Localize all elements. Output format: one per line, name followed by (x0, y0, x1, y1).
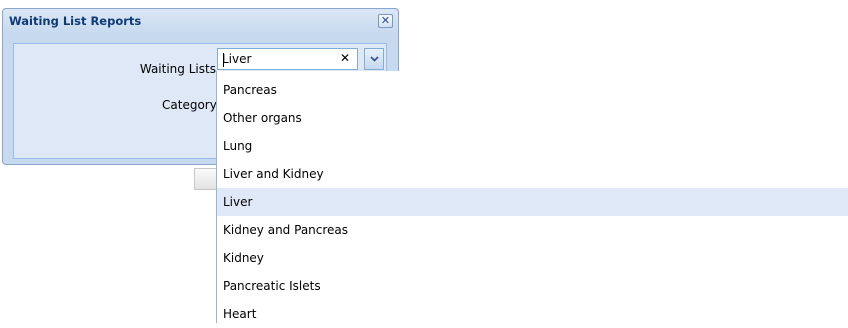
list-item[interactable]: Heart (217, 300, 848, 328)
list-item[interactable]: Other organs (217, 104, 848, 132)
close-button[interactable]: ✕ (378, 14, 393, 28)
dialog-title: Waiting List Reports (9, 14, 142, 28)
dialog-header[interactable]: Waiting List Reports ✕ (3, 9, 398, 33)
chevron-down-icon (370, 56, 379, 62)
waiting-lists-input[interactable]: Liver (222, 52, 251, 66)
list-item[interactable]: Pancreatic Islets (217, 272, 848, 300)
list-item-selected[interactable]: Liver (217, 188, 848, 216)
list-item[interactable]: Pancreas (217, 76, 848, 104)
list-item[interactable]: Kidney and Pancreas (217, 216, 848, 244)
waiting-lists-combo[interactable]: Liver ✕ (217, 48, 358, 70)
category-label: Category: (162, 98, 220, 112)
waiting-lists-dropdown: Pancreas Other organs Lung Liver and Kid… (216, 71, 848, 323)
list-item[interactable]: Liver and Kidney (217, 160, 848, 188)
clear-icon[interactable]: ✕ (340, 51, 350, 65)
list-item[interactable]: Kidney (217, 244, 848, 272)
list-item[interactable]: Lung (217, 132, 848, 160)
dropdown-trigger-button[interactable] (364, 48, 384, 70)
waiting-lists-label: Waiting Lists: (139, 62, 220, 76)
close-icon: ✕ (380, 14, 391, 27)
